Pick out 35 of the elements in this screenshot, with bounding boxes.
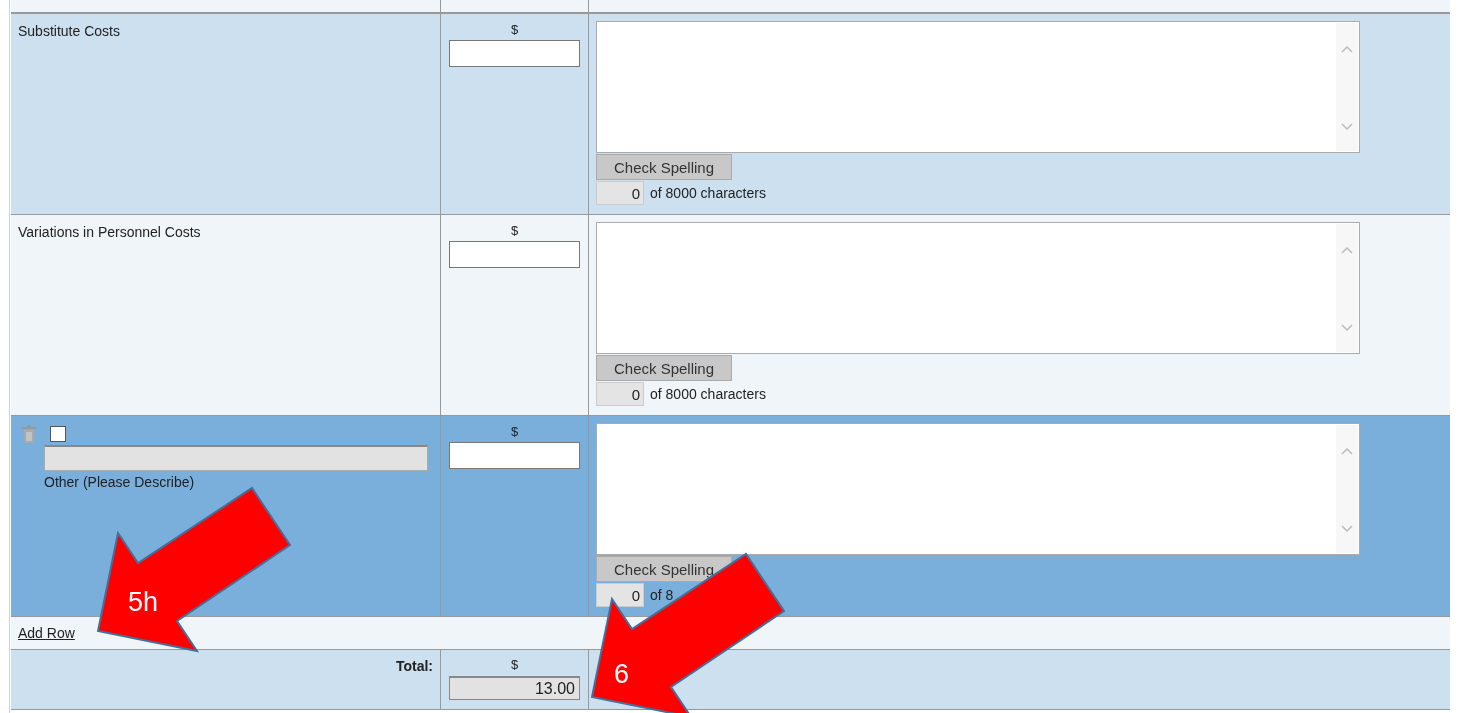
check-spelling-button[interactable]: Check Spelling xyxy=(596,556,732,582)
scroll-up-icon[interactable] xyxy=(1341,246,1353,254)
character-limit: of 8 xyxy=(650,587,674,603)
character-count: 0 xyxy=(596,382,644,406)
scroll-down-icon[interactable] xyxy=(1341,525,1353,533)
currency-label: $ xyxy=(510,658,519,672)
scroll-up-icon[interactable] xyxy=(1341,447,1353,455)
add-row-link[interactable]: Add Row xyxy=(18,625,75,641)
check-spelling-button[interactable]: Check Spelling xyxy=(596,355,732,381)
amount-field[interactable] xyxy=(449,40,580,67)
annotation-label: 5h xyxy=(128,587,159,617)
comment-textarea[interactable] xyxy=(596,21,1360,153)
row-label: Substitute Costs xyxy=(18,23,120,39)
annotation-label: 6 xyxy=(614,659,630,689)
amount-field[interactable] xyxy=(449,241,580,268)
character-limit: of 8000 characters xyxy=(650,185,766,201)
row-label: Variations in Personnel Costs xyxy=(18,224,201,240)
character-count: 0 xyxy=(596,181,644,205)
character-count: 0 xyxy=(596,583,644,607)
field-label: Other (Please Describe) xyxy=(44,474,195,490)
currency-label: $ xyxy=(510,224,519,238)
total-field: 13.00 xyxy=(449,676,580,700)
trash-icon[interactable] xyxy=(22,425,36,443)
scroll-down-icon[interactable] xyxy=(1341,123,1353,131)
amount-field[interactable] xyxy=(449,442,580,469)
scroll-down-icon[interactable] xyxy=(1341,324,1353,332)
character-limit: of 8000 characters xyxy=(650,386,766,402)
currency-label: $ xyxy=(510,23,519,37)
total-label: Total: xyxy=(395,658,433,676)
check-spelling-button[interactable]: Check Spelling xyxy=(596,154,732,180)
currency-label: $ xyxy=(510,425,519,439)
checkbox[interactable] xyxy=(50,426,66,442)
comment-textarea[interactable] xyxy=(596,423,1360,555)
scroll-up-icon[interactable] xyxy=(1341,45,1353,53)
comment-textarea[interactable] xyxy=(596,222,1360,354)
